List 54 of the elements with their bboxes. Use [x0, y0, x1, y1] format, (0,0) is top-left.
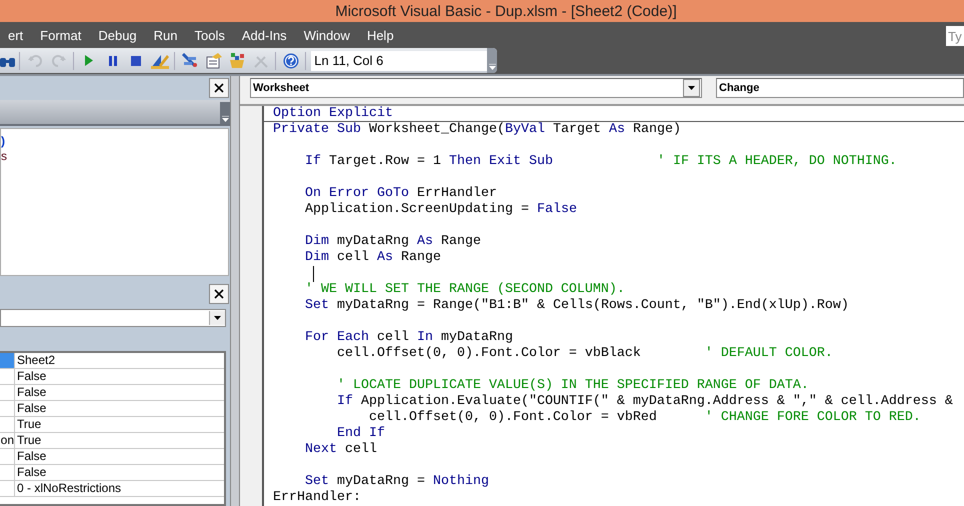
property-name-cell[interactable]: on [0, 433, 15, 448]
menu-item[interactable]: Format [32, 28, 90, 42]
tree-item[interactable]: s [1, 149, 228, 164]
code-line: Next cell [304, 442, 378, 458]
code-line: cell.Offset(0, 0).Font.Color = vbRed ' CHANGE FORE COLOR TO RED. [368, 410, 922, 426]
property-value-cell[interactable]: True [15, 433, 42, 448]
close-button[interactable] [209, 284, 229, 304]
code-line: End If [336, 426, 386, 442]
code-editor[interactable] [264, 106, 964, 506]
property-value-cell[interactable]: False [15, 449, 46, 464]
property-name-cell[interactable] [0, 353, 15, 368]
property-value-cell[interactable]: False [15, 369, 46, 384]
object-dropdown[interactable] [0, 309, 226, 327]
code-line: For Each cell In myDataRng [304, 330, 514, 346]
caret-icon [214, 316, 221, 320]
close-icon [214, 83, 224, 93]
help-search-field[interactable]: Ty [946, 26, 964, 46]
tree-item[interactable]: ) [1, 134, 228, 149]
property-value-cell[interactable]: 0 - xlNoRestrictions [15, 481, 122, 496]
menu-item[interactable]: Window [296, 28, 358, 42]
property-value-cell[interactable]: True [15, 417, 42, 432]
menu-item[interactable]: ert [0, 28, 32, 42]
code-line: ErrHandler: [273, 490, 362, 506]
close-button[interactable] [209, 78, 229, 98]
code-line: Application.ScreenUpdating = False [304, 202, 578, 218]
code-line: Set myDataRng = Range("B1:B" & Cells(Rows.Count, "B").End(xlUp).Row) [304, 298, 850, 314]
code-line: Set myDataRng = Nothing [304, 474, 490, 490]
close-icon [214, 289, 224, 299]
code-line: ' LOCATE DUPLICATE VALUE(S) IN THE SPECIFIED RANGE OF DATA. [336, 378, 810, 394]
caret-icon [688, 86, 695, 90]
menu-item[interactable]: Add-Ins [234, 28, 295, 42]
cursor-position-field: Ln 11, Col 6 [311, 50, 488, 70]
toolbar-overflow-icon[interactable] [220, 102, 230, 124]
code-line: cell.Offset(0, 0).Font.Color = vbBlack ' DEFAULT COLOR. [336, 346, 834, 362]
code-line: Dim cell As Range [304, 250, 442, 266]
menu-item[interactable]: Run [146, 28, 186, 42]
menu-item[interactable]: Debug [90, 28, 145, 42]
code-line: Private Sub Worksheet_Change(ByVal Target As Range) [273, 122, 682, 138]
property-value-cell[interactable]: Sheet2 [15, 353, 56, 368]
code-line: On Error GoTo ErrHandler [304, 186, 498, 202]
property-value-cell[interactable]: False [15, 465, 46, 480]
property-value-cell[interactable]: False [15, 401, 46, 416]
code-line: If Application.Evaluate("COUNTIF(" & myDataRng.Address & "," & cell.Address & [336, 394, 954, 410]
object-dropdown[interactable]: Worksheet [250, 78, 702, 98]
toolbar-overflow-icon[interactable] [487, 48, 498, 73]
procedure-dropdown[interactable]: Change [716, 78, 964, 98]
property-value-cell[interactable]: False [15, 385, 46, 400]
code-line: ' WE WILL SET THE RANGE (SECOND COLUMN). [304, 282, 626, 298]
window-title: Microsoft Visual Basic - Dup.xlsm - [Sheet2 (Code)] [335, 2, 677, 20]
code-line: Option Explicit [264, 106, 964, 122]
code-line: If Target.Row = 1 Then Exit Sub ' IF ITS A HEADER, DO NOTHING. [304, 154, 898, 170]
code-line: Dim myDataRng As Range [304, 234, 482, 250]
menu-item[interactable]: Tools [186, 28, 233, 42]
menu-item[interactable]: Help [358, 28, 402, 42]
